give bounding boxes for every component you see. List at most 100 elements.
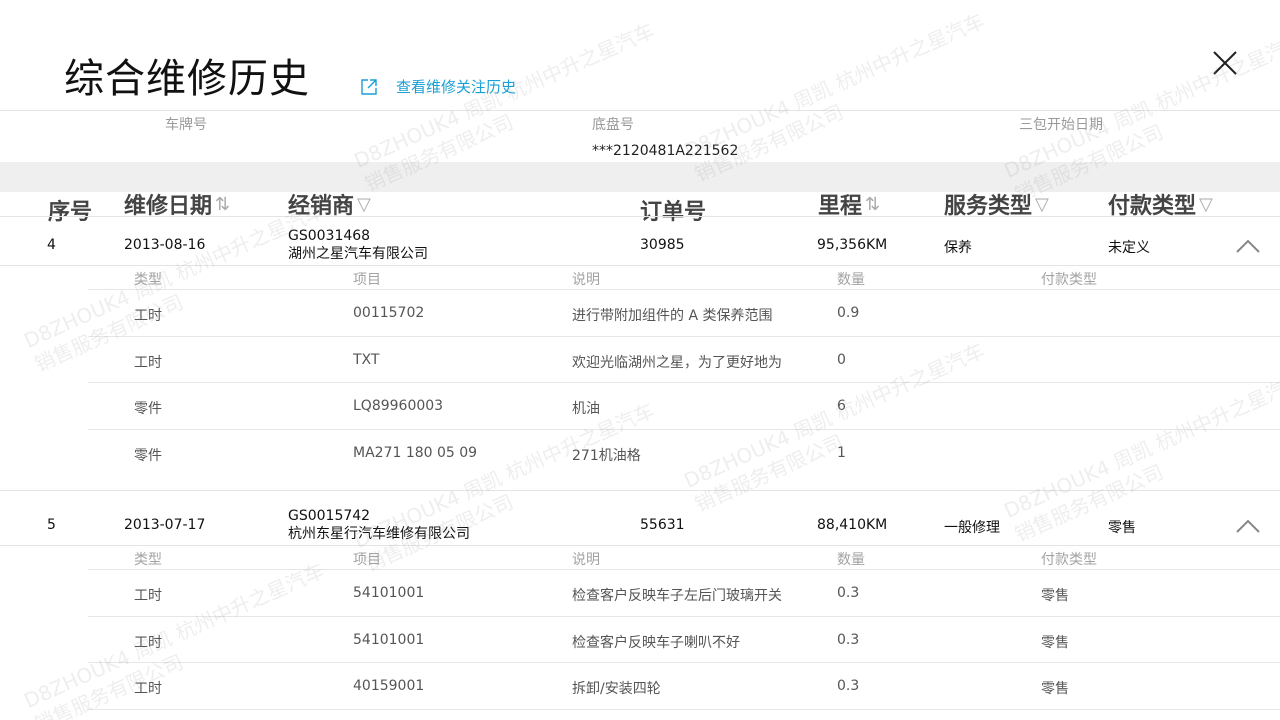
row-date: 2013-07-17 bbox=[124, 517, 206, 533]
sub-header-qty: 数量 bbox=[837, 272, 865, 288]
column-header-index: 序号 bbox=[48, 194, 92, 226]
row-dealer-code: GS0031468 bbox=[288, 228, 371, 244]
sub-divider bbox=[88, 382, 1280, 383]
chassis-value: ***2120481A221562 bbox=[592, 143, 739, 159]
item-code: TXT bbox=[353, 352, 380, 368]
item-type: 工时 bbox=[134, 588, 162, 604]
row-divider bbox=[0, 490, 1280, 491]
item-type: 工时 bbox=[134, 355, 162, 371]
item-qty: 0.3 bbox=[837, 678, 860, 694]
item-type: 工时 bbox=[134, 681, 162, 697]
sub-divider bbox=[88, 336, 1280, 337]
item-desc: 拆卸/安装四轮 bbox=[572, 681, 661, 697]
sub-header-type: 类型 bbox=[134, 552, 162, 568]
item-qty: 0.3 bbox=[837, 632, 860, 648]
watermark-line1: D8ZHOUK4 周凯 杭州中升之星汽车 bbox=[20, 558, 328, 713]
watermark: D8ZHOUK4 周凯 杭州中升之星汽车销售服务有限公司 bbox=[350, 397, 669, 577]
item-code: 54101001 bbox=[353, 585, 425, 601]
item-qty: 0.9 bbox=[837, 305, 860, 321]
view-attention-history-link[interactable]: 查看维修关注历史 bbox=[360, 76, 516, 97]
warranty-start-label: 三包开始日期 bbox=[1019, 117, 1103, 133]
sub-header-qty: 数量 bbox=[837, 552, 865, 568]
column-header-order-label: 订单号 bbox=[640, 200, 707, 225]
watermark-line1: D8ZHOUK4 周凯 杭州中升之星汽车 bbox=[1000, 368, 1280, 523]
sub-header-desc: 说明 bbox=[572, 552, 600, 568]
sub-header-type: 类型 bbox=[134, 272, 162, 288]
sub-divider bbox=[88, 616, 1280, 617]
row-divider bbox=[0, 265, 1280, 266]
external-link-icon bbox=[361, 78, 377, 95]
row-payment-type: 未定义 bbox=[1108, 240, 1150, 256]
item-code: 40159001 bbox=[353, 678, 425, 694]
row-dealer-name: 湖州之星汽车有限公司 bbox=[288, 246, 428, 262]
watermark-line1: D8ZHOUK4 周凯 杭州中升之星汽车 bbox=[680, 8, 988, 163]
item-desc: 检查客户反映车子喇叭不好 bbox=[572, 635, 740, 651]
watermark-line2: 销售服务有限公司 bbox=[30, 649, 187, 720]
row-order: 30985 bbox=[640, 237, 685, 253]
item-pay: 零售 bbox=[1041, 681, 1069, 697]
item-type: 零件 bbox=[134, 401, 162, 417]
item-code: 54101001 bbox=[353, 632, 425, 648]
item-desc: 271机油格 bbox=[572, 448, 641, 464]
view-attention-history-label: 查看维修关注历史 bbox=[396, 78, 517, 96]
item-type: 工时 bbox=[134, 308, 162, 324]
chevron-up-icon[interactable] bbox=[1234, 516, 1262, 536]
close-icon[interactable] bbox=[1210, 48, 1240, 78]
header-divider bbox=[0, 110, 1280, 111]
sub-header-desc: 说明 bbox=[572, 272, 600, 288]
item-qty: 0 bbox=[837, 352, 846, 368]
filter-icon: ▽ bbox=[1035, 193, 1049, 215]
row-mileage: 88,410KM bbox=[817, 517, 888, 533]
row-order: 55631 bbox=[640, 517, 685, 533]
row-index: 4 bbox=[47, 237, 56, 253]
item-qty: 0.3 bbox=[837, 585, 860, 601]
row-mileage: 95,356KM bbox=[817, 237, 888, 253]
sub-divider bbox=[88, 662, 1280, 663]
item-desc: 检查客户反映车子左后门玻璃开关 bbox=[572, 588, 782, 604]
chassis-label: 底盘号 bbox=[592, 117, 634, 133]
item-code: LQ89960003 bbox=[353, 398, 444, 414]
item-code: 00115702 bbox=[353, 305, 425, 321]
item-pay: 零售 bbox=[1041, 588, 1069, 604]
row-date: 2013-08-16 bbox=[124, 237, 206, 253]
sub-divider bbox=[88, 569, 1280, 570]
row-index: 5 bbox=[47, 517, 56, 533]
row-dealer-code: GS0015742 bbox=[288, 508, 371, 524]
header-bottom-divider bbox=[0, 216, 1280, 217]
row-service-type: 保养 bbox=[944, 240, 972, 256]
sub-header-item: 项目 bbox=[353, 272, 381, 288]
filter-icon: ▽ bbox=[1199, 193, 1213, 215]
item-code: MA271 180 05 09 bbox=[353, 445, 478, 461]
plate-label: 车牌号 bbox=[165, 117, 207, 133]
sort-icon: ⇅ bbox=[215, 193, 231, 215]
watermark-line2: 销售服务有限公司 bbox=[690, 429, 847, 517]
column-header-order: 订单号 bbox=[640, 194, 706, 226]
row-dealer: GS0031468 湖州之星汽车有限公司 bbox=[288, 227, 428, 263]
page-title: 综合维修历史 bbox=[64, 56, 310, 102]
item-type: 工时 bbox=[134, 635, 162, 651]
sub-header-item: 项目 bbox=[353, 552, 381, 568]
sub-divider bbox=[88, 429, 1280, 430]
sub-header-pay: 付款类型 bbox=[1041, 272, 1097, 288]
watermark: D8ZHOUK4 周凯 杭州中升之星汽车销售服务有限公司 bbox=[680, 7, 999, 187]
sub-divider bbox=[88, 289, 1280, 290]
row-divider bbox=[0, 545, 1280, 546]
watermark: D8ZHOUK4 周凯 杭州中升之星汽车销售服务有限公司 bbox=[20, 557, 339, 720]
column-header-index-label: 序号 bbox=[48, 200, 93, 225]
sub-divider bbox=[88, 709, 1280, 710]
row-dealer-name: 杭州东星行汽车维修有限公司 bbox=[288, 526, 470, 542]
item-desc: 欢迎光临湖州之星，为了更好地为 bbox=[572, 355, 782, 371]
item-qty: 6 bbox=[837, 398, 846, 414]
item-type: 零件 bbox=[134, 448, 162, 464]
item-desc: 进行带附加组件的 A 类保养范围 bbox=[572, 308, 773, 324]
item-qty: 1 bbox=[837, 445, 846, 461]
sort-icon: ⇅ bbox=[865, 193, 881, 215]
item-desc: 机油 bbox=[572, 401, 600, 417]
chevron-up-icon[interactable] bbox=[1234, 236, 1262, 256]
item-pay: 零售 bbox=[1041, 635, 1069, 651]
filter-icon: ▽ bbox=[357, 193, 371, 215]
row-payment-type: 零售 bbox=[1108, 520, 1136, 536]
row-dealer: GS0015742 杭州东星行汽车维修有限公司 bbox=[288, 507, 470, 543]
row-service-type: 一般修理 bbox=[944, 520, 1000, 536]
sub-header-pay: 付款类型 bbox=[1041, 552, 1097, 568]
